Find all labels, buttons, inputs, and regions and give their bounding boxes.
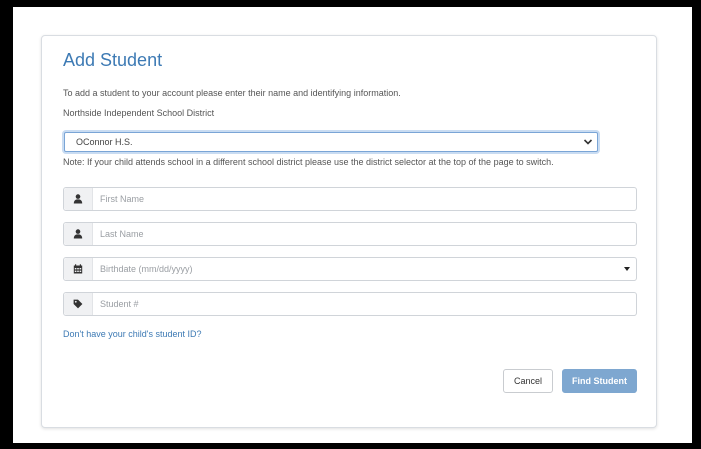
- tag-icon: [73, 299, 83, 309]
- first-name-placeholder: First Name: [100, 194, 145, 204]
- birthdate-addon: [64, 258, 93, 280]
- school-select-value: OConnor H.S.: [76, 137, 133, 147]
- district-name: Northside Independent School District: [63, 108, 215, 118]
- user-icon: [73, 229, 83, 239]
- calendar-icon: [73, 264, 83, 274]
- student-number-addon: [64, 293, 93, 315]
- student-number-field[interactable]: Student #: [63, 292, 637, 316]
- first-name-field[interactable]: First Name: [63, 187, 637, 211]
- last-name-placeholder: Last Name: [100, 229, 144, 239]
- district-note: Note: If your child attends school in a …: [63, 157, 554, 167]
- first-name-addon: [64, 188, 93, 210]
- missing-student-id-link[interactable]: Don't have your child's student ID?: [63, 329, 202, 339]
- birthdate-field[interactable]: Birthdate (mm/dd/yyyy): [63, 257, 637, 281]
- birthdate-placeholder: Birthdate (mm/dd/yyyy): [100, 264, 193, 274]
- caret-down-icon[interactable]: [624, 267, 630, 271]
- last-name-addon: [64, 223, 93, 245]
- add-student-card: Add Student To add a student to your acc…: [41, 35, 657, 428]
- cancel-button[interactable]: Cancel: [503, 369, 553, 393]
- intro-text: To add a student to your account please …: [63, 88, 401, 98]
- page-title: Add Student: [63, 50, 163, 70]
- student-number-placeholder: Student #: [100, 299, 139, 309]
- chevron-down-icon: [583, 139, 593, 145]
- last-name-field[interactable]: Last Name: [63, 222, 637, 246]
- find-student-button[interactable]: Find Student: [562, 369, 637, 393]
- user-icon: [73, 194, 83, 204]
- school-select[interactable]: OConnor H.S.: [64, 132, 598, 152]
